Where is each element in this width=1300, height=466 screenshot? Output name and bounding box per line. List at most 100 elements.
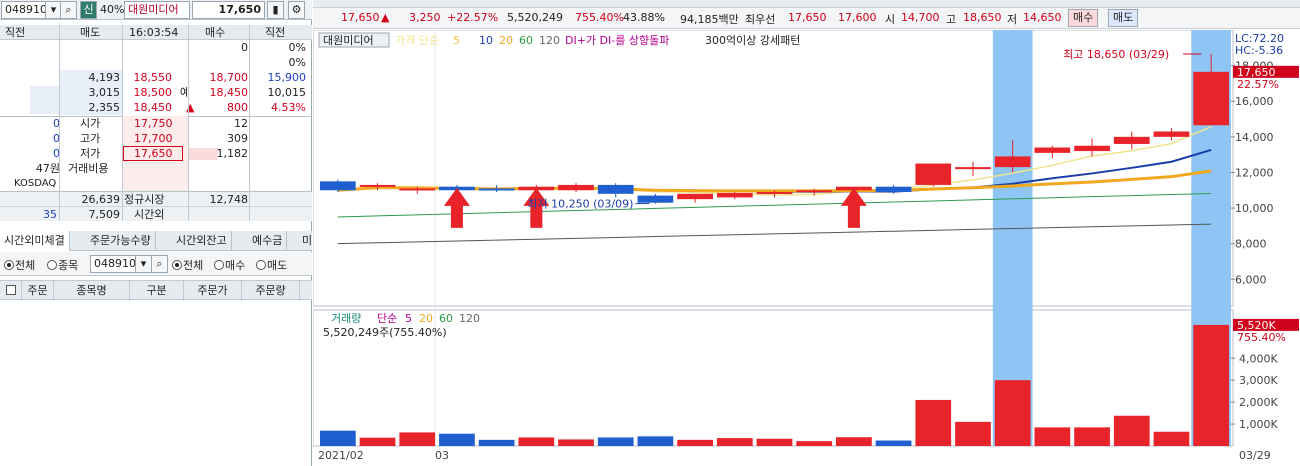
high-price: 18,650 [963,11,1002,24]
ratio: 0% [288,56,306,69]
hc-label: HC:-5.36 [1235,44,1283,57]
candle-body [1153,131,1190,137]
stock-selector-bar: 048910 ▾ ⌕ 신 40% 대원미디어 17,650 ▮ ⚙ [0,0,312,20]
volume-bar [597,437,634,446]
open-price: 14,700 [901,11,940,24]
vol-legend-ma20: 20 [419,312,433,325]
col-stock-name: 종목명 [54,281,130,301]
x-label: 03/29 [1239,449,1271,462]
radio-all-sides[interactable]: 전체 [172,257,203,273]
radio-buy[interactable]: 매수 [214,257,245,273]
radio-sell[interactable]: 매도 [256,257,287,273]
col-order: 주문 [22,281,54,301]
vol-legend-name: 거래량 [331,312,361,325]
total-after-hours: 35 7,509 시간외 [0,206,312,221]
min-price-label: 최저 10,250 (03/09) [527,198,633,211]
volume-bar [1153,431,1190,446]
candle-body [1034,147,1071,153]
stock-code-input[interactable]: 048910 [1,1,47,19]
candle-body [716,192,753,198]
orderbook-row: 0 0% [0,40,312,55]
best-ask: 17,650 [788,11,827,24]
volume-bar [994,380,1031,446]
stock-name: 대원미디어 [124,1,190,19]
volume-bar [1074,427,1110,446]
quote-price: 17,650 [341,11,380,24]
chart-toggle-icon[interactable]: ▮ [267,1,284,19]
best-bid: 17,600 [838,11,877,24]
candle-body [875,186,912,193]
volume-bar [637,436,674,446]
search-icon[interactable]: ⌕ [60,1,77,19]
divider [188,25,189,221]
volume-bar [1193,324,1230,446]
x-label: 03 [435,449,449,462]
candle-body [1193,71,1230,126]
quote-bar: 17,650 ▲ 3,250 +22.57% 5,520,249 755.40%… [313,8,1300,29]
orderbook-row[interactable]: 3,015 18,500 예 18,450 10,015 [0,85,312,100]
ratio: 0% [288,41,306,54]
price-pane [313,30,1234,307]
credit-badge: 신 [80,1,97,19]
candle-body [677,193,713,200]
candle-body [558,184,594,191]
open-label: 시 [885,13,896,26]
info-row-low: 0 저가 17,650 1,182 [53,146,248,161]
orderbook-row: 0% [0,55,312,70]
filter-code-input[interactable]: 048910 [90,255,136,273]
buy-button[interactable]: 매수 [1068,9,1099,27]
vol-legend-value: 5,520,249주(755.40%) [323,326,447,339]
quote-change-pct: +22.57% [447,11,499,24]
ask-price: 18,450 [133,101,173,114]
radio-all-stocks[interactable]: 전체 [4,257,35,273]
volume-bar [955,421,991,446]
volume-bar [1034,427,1071,446]
tab-deposit[interactable]: 예수금 [248,231,288,251]
candle-body [478,188,515,191]
volume-bar [439,433,475,446]
value: 10,015 [267,86,307,99]
volume-bar [915,399,952,446]
search-icon[interactable]: ⌕ [151,255,168,273]
chevron-down-icon[interactable]: ▾ [135,255,152,273]
volume-bar [558,439,594,446]
buy-qty: 0 [241,41,248,54]
vol-legend-ma-label: 단순 [377,312,397,325]
y-tick-label: 12,000 [1235,166,1274,179]
vol-legend-ma60: 60 [439,312,453,325]
candle-body [756,192,793,195]
chart-panel: 17,650 ▲ 3,250 +22.57% 5,520,249 755.40%… [313,0,1300,466]
tab-after-hours-unfilled[interactable]: 시간외미체결 [0,231,70,251]
volume-bar [796,441,833,446]
volume-bar [319,430,356,446]
sell-qty: 4,193 [88,71,121,84]
gear-icon[interactable]: ⚙ [288,1,305,19]
tab-orderable-qty[interactable]: 주문가능수량 [86,231,156,251]
orderbook-row[interactable]: 2,355 18,450 ▲ 800 4.53% [0,100,312,115]
select-all-checkbox[interactable] [0,281,22,301]
header-sell: 매도 [80,26,101,39]
radio-single-stock[interactable]: 종목 [47,257,78,273]
sell-button[interactable]: 매도 [1108,9,1139,27]
orderbook-row[interactable]: 4,193 18,550 18,700 15,900 [0,70,312,85]
orderbook-header: 직전 매도 16:03:54 매수 직전 [0,25,312,40]
change-pct: 4.53% [271,101,306,114]
price-volume-chart[interactable]: 6,0008,00010,00012,00014,00016,00018,000… [313,30,1300,466]
ask-price: 18,550 [133,71,173,84]
candle-body [796,190,833,193]
x-label: 2021/02 [318,449,364,462]
total-regular: 26,639 정규시장 12,748 [0,191,312,206]
volume-pane [313,309,1234,447]
current-pct-label: 22.57% [1237,78,1279,91]
y-tick-label: 6,000 [1235,273,1267,286]
margin-rate: 40% [100,3,125,16]
tab-after-hours-balance[interactable]: 시간외잔고 [172,231,232,251]
candle-body [1074,145,1110,152]
y-tick-label: 16,000 [1235,95,1274,108]
divider [122,25,123,221]
col-side: 구분 [130,281,184,301]
legend-ma120: 120 [539,34,560,47]
quote-turnover: 43.88% [623,11,665,24]
candle-body [597,184,634,194]
vol-tick-label: 3,000K [1239,374,1278,387]
